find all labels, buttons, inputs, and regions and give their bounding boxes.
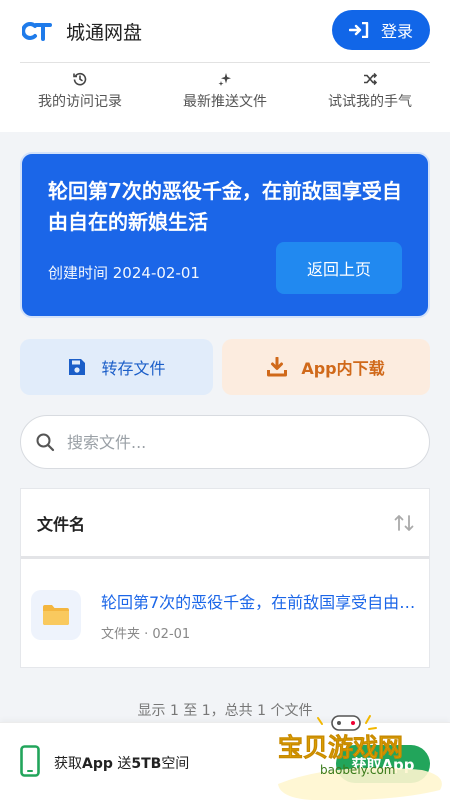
nav-item-latest[interactable]: 最新推送文件 <box>165 72 285 111</box>
ct-logo-icon <box>22 22 52 41</box>
file-meta: 文件夹 · 02-01 <box>101 626 191 642</box>
nav-label: 最新推送文件 <box>183 94 267 110</box>
sparkle-icon <box>218 73 231 86</box>
history-icon <box>73 72 87 86</box>
promo-space: 5TB <box>131 756 162 772</box>
login-icon <box>348 22 369 38</box>
table-header[interactable]: 文件名 <box>21 489 429 559</box>
promo-text: 获取App 送5TB空间 <box>54 753 189 773</box>
download-label: App内下载 <box>301 359 385 378</box>
file-info-card: 轮回第7次的恶役千金，在前敌国享受自由自在的新娘生活 创建时间 2024-02-… <box>20 152 430 318</box>
created-date: 创建时间 2024-02-01 <box>48 264 200 282</box>
folder-icon-wrapper <box>31 590 81 640</box>
get-app-button[interactable]: 获取App <box>336 745 430 783</box>
app-download-button[interactable]: App内下载 <box>222 339 430 395</box>
back-button[interactable]: 返回上页 <box>276 242 402 294</box>
nav-item-history[interactable]: 我的访问记录 <box>20 72 140 111</box>
row-text: 轮回第7次的恶役千金，在前敌国享受自由自在的新娘生活 文件夹 · 02-01 <box>101 589 417 642</box>
floppy-save-icon <box>69 359 86 375</box>
app-name: 城通网盘 <box>66 21 143 44</box>
quick-nav: 我的访问记录 最新推送文件 试试我的手气 <box>20 72 430 111</box>
header-divider <box>20 62 430 63</box>
app-promo-bar: 获取App 送5TB空间 获取App <box>0 722 450 800</box>
search-icon <box>36 433 55 452</box>
nav-item-random[interactable]: 试试我的手气 <box>310 72 430 111</box>
download-icon <box>267 357 288 377</box>
save-to-drive-button[interactable]: 转存文件 <box>20 339 213 395</box>
save-label: 转存文件 <box>101 359 166 378</box>
nav-label: 试试我的手气 <box>328 94 412 110</box>
file-table: 文件名 轮回第7次的恶役千金，在前敌国享受自由自在的新娘生活 文件夹 · 02-… <box>20 488 430 668</box>
top-bar: 城通网盘 登录 我的访问记录 最新推送文件 试试我的手气 <box>0 0 450 132</box>
sort-icon[interactable] <box>393 512 415 534</box>
column-filename: 文件名 <box>37 514 86 534</box>
folder-icon <box>43 605 69 625</box>
login-button[interactable]: 登录 <box>332 10 430 50</box>
promo-mid: 送 <box>112 756 132 772</box>
pagination-info: 显示 1 至 1，总共 1 个文件 <box>137 703 313 719</box>
login-label: 登录 <box>380 22 413 41</box>
search-bar[interactable] <box>20 415 430 469</box>
shuffle-icon <box>364 72 377 86</box>
promo-app: App <box>82 756 113 772</box>
table-row[interactable]: 轮回第7次的恶役千金，在前敌国享受自由自在的新娘生活 文件夹 · 02-01 <box>21 564 429 666</box>
nav-label: 我的访问记录 <box>38 94 122 110</box>
search-input[interactable] <box>67 432 387 452</box>
file-title: 轮回第7次的恶役千金，在前敌国享受自由自在的新娘生活 <box>48 179 402 234</box>
file-name-link[interactable]: 轮回第7次的恶役千金，在前敌国享受自由自在的新娘生活 <box>101 589 417 613</box>
promo-suffix: 空间 <box>161 756 190 772</box>
promo-prefix: 获取 <box>54 756 82 772</box>
brand[interactable]: 城通网盘 <box>22 16 142 46</box>
phone-icon <box>20 745 40 777</box>
